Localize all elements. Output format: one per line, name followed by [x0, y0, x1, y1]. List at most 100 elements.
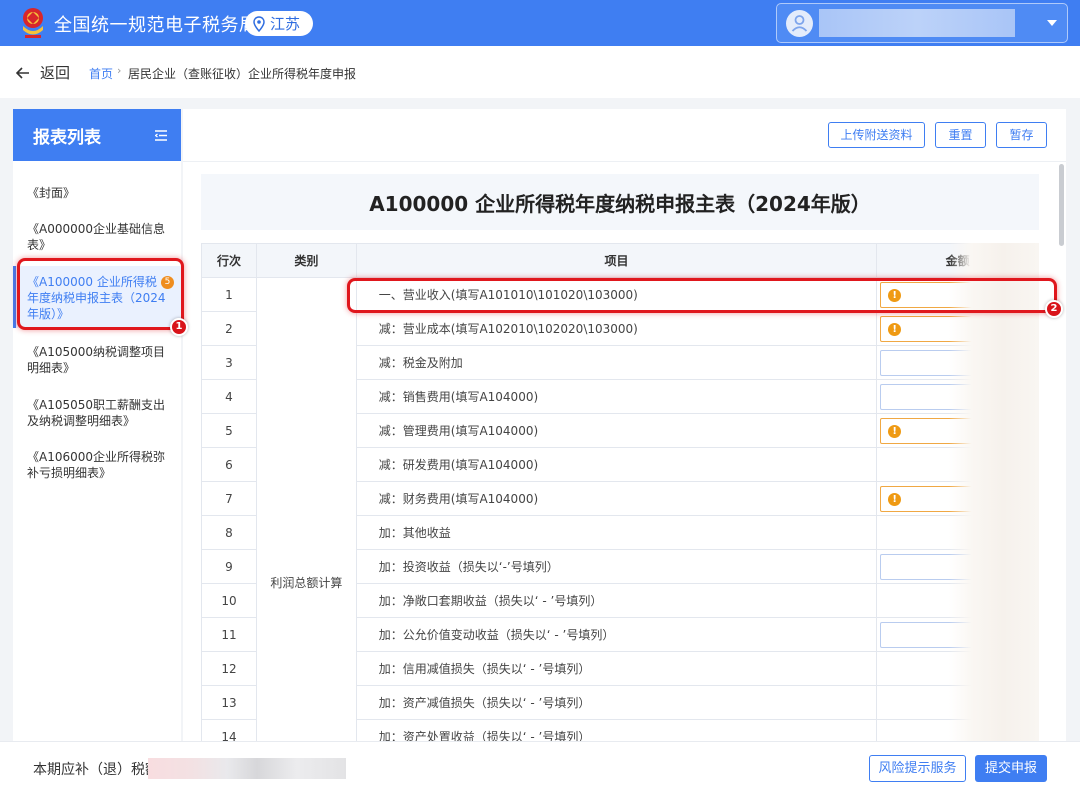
top-bar: 全国统一规范电子税务局 江苏	[0, 0, 1080, 46]
annotation-number-2: 2	[1045, 300, 1063, 318]
sidebar-title: 报表列表	[33, 127, 101, 148]
location-pin-icon	[253, 15, 265, 32]
amount-cell: !	[876, 413, 1039, 448]
row-number: 12	[201, 651, 257, 686]
table-header-row: 行次 类别 项目 金额	[201, 243, 1039, 278]
amount-input[interactable]: !	[880, 316, 1031, 342]
amount-cell	[876, 651, 1039, 686]
amount-cell	[876, 583, 1039, 618]
row-number: 8	[201, 515, 257, 550]
chevron-down-icon[interactable]	[1047, 20, 1057, 26]
warning-icon: !	[888, 323, 902, 336]
amount-cell	[876, 345, 1039, 380]
warning-icon: !	[888, 425, 902, 438]
sidebar-item-cover[interactable]: 《封面》	[13, 185, 181, 201]
scrollbar-thumb[interactable]	[1059, 164, 1064, 246]
sidebar-item-label: 《A105000纳税调整项目明细表》	[27, 345, 166, 375]
sidebar-item-a105050[interactable]: 《A105050职工薪酬支出及纳税调整明细表》	[13, 397, 181, 429]
amount-cell: !	[876, 277, 1039, 312]
tax-payable-value-redacted	[148, 758, 346, 779]
amount-input[interactable]	[880, 554, 1031, 580]
amount-input[interactable]	[880, 384, 1031, 410]
region-name: 江苏	[270, 15, 301, 33]
amount-cell	[876, 617, 1039, 652]
row-number: 6	[201, 447, 257, 482]
user-menu[interactable]	[776, 3, 1068, 43]
column-header-row-number: 行次	[201, 243, 257, 278]
row-number: 13	[201, 685, 257, 720]
sidebar-item-a100000[interactable]: 《A100000 企业所得税年度纳税申报主表（2024年版）》	[13, 266, 181, 328]
breadcrumb-bar: 返回 首页 › 居民企业（查账征收）企业所得税年度申报	[0, 46, 1080, 98]
amount-cell	[876, 447, 1039, 482]
row-number: 9	[201, 549, 257, 584]
amount-cell: !	[876, 481, 1039, 516]
item-label: 加：投资收益（损失以‘-’号填列）	[355, 549, 878, 584]
item-label: 加：信用减值损失（损失以‘ - ’号填列）	[355, 651, 878, 686]
main-panel: 上传附送资料 重置 暂存 A100000 企业所得税年度纳税申报主表（2024年…	[183, 109, 1066, 741]
row-number: 11	[201, 617, 257, 652]
column-header-category: 类别	[255, 243, 357, 278]
item-label: 减：销售费用(填写A104000)	[355, 379, 878, 414]
warning-count-badge: 5	[161, 276, 174, 289]
amount-cell	[876, 719, 1039, 741]
warning-icon: !	[888, 289, 902, 302]
item-label: 减：管理费用(填写A104000)	[355, 413, 878, 448]
risk-alert-button[interactable]: 风险提示服务	[869, 755, 966, 782]
save-draft-button[interactable]: 暂存	[996, 122, 1047, 148]
category-cell: 利润总额计算	[255, 277, 357, 741]
amount-cell	[876, 549, 1039, 584]
row-number: 4	[201, 379, 257, 414]
amount-cell: !	[876, 311, 1039, 346]
column-header-amount: 金额	[876, 243, 1039, 278]
row-number: 1	[201, 277, 257, 312]
item-label: 减：财务费用(填写A104000)	[355, 481, 878, 516]
row-number: 5	[201, 413, 257, 448]
item-label: 加：净敞口套期收益（损失以‘ - ’号填列）	[355, 583, 878, 618]
breadcrumb-home-link[interactable]: 首页	[89, 65, 113, 82]
item-label: 加：资产处置收益（损失以‘ - ’号填列）	[355, 719, 878, 741]
report-list-sidebar: 报表列表 《封面》 《A000000企业基础信息表》 《A100000 企业所得…	[13, 109, 181, 741]
item-label: 减：税金及附加	[355, 345, 878, 380]
toolbar-divider	[183, 161, 1066, 162]
warning-icon: !	[888, 493, 902, 506]
back-button[interactable]: 返回	[16, 62, 70, 83]
amount-cell	[876, 685, 1039, 720]
sidebar-item-label: 《封面》	[27, 186, 76, 200]
sidebar-header: 报表列表	[13, 109, 181, 161]
amount-input[interactable]: !	[880, 282, 1031, 308]
item-label: 减：研发费用(填写A104000)	[355, 447, 878, 482]
reset-button[interactable]: 重置	[935, 122, 986, 148]
sidebar-item-label: 《A106000企业所得税弥补亏损明细表》	[27, 450, 166, 480]
column-header-item: 项目	[355, 243, 878, 278]
item-label: 加：资产减值损失（损失以‘ - ’号填列）	[355, 685, 878, 720]
item-label: 加：其他收益	[355, 515, 878, 550]
sidebar-item-a105000[interactable]: 《A105000纳税调整项目明细表》	[13, 344, 181, 376]
collapse-menu-icon[interactable]	[155, 130, 167, 141]
table-row: 1 利润总额计算 一、营业收入(填写A101010\101020\103000)!	[201, 277, 1039, 741]
submit-declaration-button[interactable]: 提交申报	[975, 755, 1047, 782]
annotation-number-1: 1	[170, 318, 188, 336]
back-label: 返回	[40, 64, 71, 82]
amount-input[interactable]	[880, 350, 1031, 376]
item-label: 减：营业成本(填写A102010\102020\103000)	[355, 311, 878, 346]
sidebar-item-label: 《A000000企业基础信息表》	[27, 222, 166, 252]
region-selector[interactable]: 江苏	[245, 11, 313, 36]
amount-input[interactable]	[880, 622, 1031, 648]
sidebar-item-a000000[interactable]: 《A000000企业基础信息表》	[13, 221, 181, 253]
sidebar-item-label: 《A105050职工薪酬支出及纳税调整明细表》	[27, 398, 166, 428]
table-body: 1 利润总额计算 一、营业收入(填写A101010\101020\103000)! 2…	[201, 277, 1039, 741]
sidebar-item-label: 《A100000 企业所得税年度纳税申报主表（2024年版）》	[27, 275, 166, 321]
amount-input[interactable]: !	[880, 418, 1031, 444]
declaration-table: 行次 类别 项目 金额 1 利润总额计算 一、营业收入(填写A101010\1010…	[201, 243, 1039, 741]
amount-cell	[876, 379, 1039, 414]
row-number: 10	[201, 583, 257, 618]
sidebar-item-a106000[interactable]: 《A106000企业所得税弥补亏损明细表》	[13, 449, 181, 481]
user-name-redacted	[819, 9, 1015, 37]
user-icon	[791, 15, 808, 32]
row-number: 14	[201, 719, 257, 741]
amount-input[interactable]: !	[880, 486, 1031, 512]
breadcrumb-current: 居民企业（查账征收）企业所得税年度申报	[128, 67, 357, 81]
user-avatar	[786, 10, 813, 37]
upload-attachments-button[interactable]: 上传附送资料	[828, 122, 925, 148]
arrow-left-icon	[16, 66, 29, 79]
